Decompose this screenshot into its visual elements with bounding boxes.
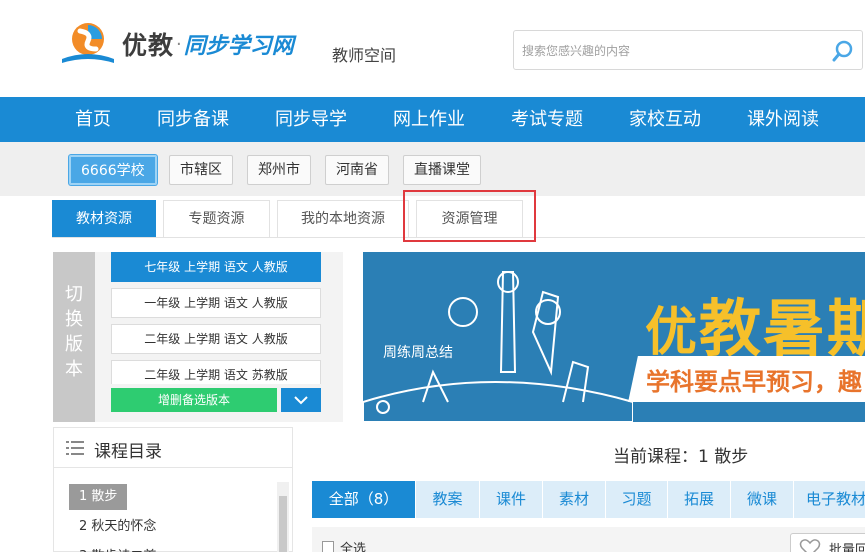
site-logo[interactable]: 优教 · 同步学习网 xyxy=(58,18,294,70)
current-course: 当前课程：1 散步 xyxy=(613,447,749,467)
version-item[interactable]: 七年级 上学期 语文 人教版 xyxy=(111,252,321,282)
brand-subtitle: 同步学习网 xyxy=(183,34,294,59)
version-item[interactable]: 一年级 上学期 语文 人教版 xyxy=(111,288,321,318)
tab-courseware[interactable]: 课件 xyxy=(480,481,543,518)
tab-lesson-plan[interactable]: 教案 xyxy=(416,481,480,518)
add-version-button[interactable]: 增删备选版本 xyxy=(111,388,277,412)
course-catalog: 课程目录 1 散步 2 秋天的怀念 3 散步诗二首 xyxy=(53,427,293,552)
tab-extension[interactable]: 拓展 xyxy=(668,481,731,518)
batch-label: 批量回 xyxy=(829,543,865,552)
logo-mark-icon xyxy=(62,23,114,63)
tab-textbook[interactable]: 教材资源 xyxy=(52,200,156,237)
catalog-item[interactable]: 2 秋天的怀念 xyxy=(69,514,166,540)
region-province[interactable]: 河南省 xyxy=(325,155,389,185)
version-list: 七年级 上学期 语文 人教版 一年级 上学期 语文 人教版 二年级 上学期 语文… xyxy=(95,252,343,422)
region-live[interactable]: 直播课堂 xyxy=(403,155,481,185)
list-icon xyxy=(66,441,84,455)
version-item[interactable]: 二年级 上学期 语文 人教版 xyxy=(111,324,321,354)
tab-micro-lesson[interactable]: 微课 xyxy=(731,481,794,518)
scroll-thumb[interactable] xyxy=(279,496,287,552)
heart-icon xyxy=(799,539,821,552)
promo-banner[interactable]: 周练周总结 优教暑期 学科要点早预习，趣 xyxy=(363,252,865,422)
switch-version[interactable]: 切换版本 xyxy=(53,252,95,422)
highlight-box xyxy=(403,190,536,242)
select-all-checkbox[interactable] xyxy=(322,541,334,552)
nav-item-sync-guide[interactable]: 同步导学 xyxy=(275,97,347,142)
version-scroll: 七年级 上学期 语文 人教版 一年级 上学期 语文 人教版 二年级 上学期 语文… xyxy=(95,252,343,384)
banner-subtitle: 学科要点早预习，趣 xyxy=(646,368,862,396)
catalog-scrollbar[interactable] xyxy=(277,482,289,552)
region-bar: 6666学校 市辖区 郑州市 河南省 直播课堂 xyxy=(0,142,865,196)
banner-tag: 周练周总结 xyxy=(383,345,453,361)
nav-item-exam[interactable]: 考试专题 xyxy=(511,97,583,142)
catalog-header: 课程目录 xyxy=(54,428,292,468)
region-school[interactable]: 6666学校 xyxy=(69,155,157,185)
brand-dot: · xyxy=(176,33,182,55)
version-item[interactable]: 二年级 上学期 语文 苏教版 xyxy=(111,360,321,384)
nav-item-sync-prep[interactable]: 同步备课 xyxy=(157,97,229,142)
search-icon[interactable] xyxy=(830,38,856,64)
nav-item-reading[interactable]: 课外阅读 xyxy=(747,97,819,142)
list-toolbar: 全选 批量回 xyxy=(312,527,865,552)
page-root: 优教 · 同步学习网 教师空间 首页 同步备课 同步导学 网上作业 考试专题 家… xyxy=(0,0,865,552)
tab-all[interactable]: 全部（8） xyxy=(312,481,416,518)
type-tabs: 全部（8） 教案 课件 素材 习题 拓展 微课 电子教材 xyxy=(312,481,865,518)
banner-illustration xyxy=(363,271,633,422)
catalog-item[interactable]: 3 散步诗二首 xyxy=(69,544,166,552)
catalog-title: 课程目录 xyxy=(94,442,162,462)
nav-item-home[interactable]: 首页 xyxy=(75,97,111,142)
nav-item-homework[interactable]: 网上作业 xyxy=(393,97,465,142)
search-input[interactable] xyxy=(522,40,822,62)
expand-versions-button[interactable] xyxy=(281,388,321,412)
main-nav: 首页 同步备课 同步导学 网上作业 考试专题 家校互动 课外阅读 xyxy=(0,97,865,142)
region-city[interactable]: 郑州市 xyxy=(247,155,311,185)
nav-item-home-school[interactable]: 家校互动 xyxy=(629,97,701,142)
tab-topic[interactable]: 专题资源 xyxy=(163,200,270,237)
switch-version-label: 切换版本 xyxy=(65,284,83,380)
tab-material[interactable]: 素材 xyxy=(543,481,606,518)
section-title: 教师空间 xyxy=(332,46,397,65)
banner-title: 优教暑期 xyxy=(645,292,865,365)
batch-button[interactable]: 批量回 xyxy=(790,533,865,552)
select-all-label: 全选 xyxy=(340,542,367,552)
catalog-item[interactable]: 1 散步 xyxy=(69,484,128,510)
brand-name: 优教 xyxy=(122,31,175,60)
tab-e-textbook[interactable]: 电子教材 xyxy=(794,481,865,518)
tab-local[interactable]: 我的本地资源 xyxy=(277,200,409,237)
chevron-down-icon xyxy=(294,396,308,405)
region-district[interactable]: 市辖区 xyxy=(169,155,233,185)
search-box xyxy=(513,30,863,70)
tab-exercise[interactable]: 习题 xyxy=(606,481,668,518)
